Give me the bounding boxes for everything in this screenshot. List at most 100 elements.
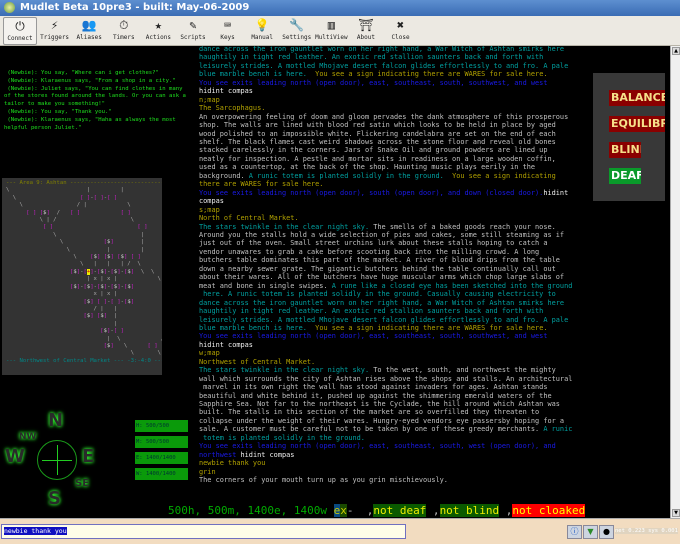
toolbar-button-settings[interactable]: 🔧 Settings xyxy=(280,17,314,45)
room-symbol: $ xyxy=(100,283,104,290)
text-line: hidint compas xyxy=(199,341,572,349)
compass-se[interactable]: SE xyxy=(75,478,89,489)
scroll-up-icon[interactable]: ▲ xyxy=(672,47,680,55)
text-segment: You see exits leading north (open door),… xyxy=(199,332,548,341)
info-icon[interactable]: ⓘ xyxy=(567,525,582,539)
compass-e[interactable]: E xyxy=(82,446,94,467)
text-line: North of Central Market. xyxy=(199,214,572,222)
player-position: + xyxy=(86,268,91,275)
scrollbar[interactable]: ▲ ▼ xyxy=(670,46,680,518)
toolbar-button-connect[interactable]: ⏻ Connect xyxy=(3,17,37,45)
timestamp-icon[interactable]: ▼ xyxy=(583,525,598,539)
toolbar-button-timers[interactable]: ⏱ Timers xyxy=(107,17,141,45)
map-line: \ | | | / \ xyxy=(6,261,141,268)
text-segment: hidint compas xyxy=(199,340,253,349)
room-symbol xyxy=(141,224,144,230)
text-line: Around you the stalls hold a wide select… xyxy=(199,231,572,239)
text-line: dance across the iron gauntlet worn on h… xyxy=(199,46,572,53)
map-line: | \ / xyxy=(6,335,162,342)
compass-w[interactable]: W xyxy=(5,446,25,467)
command-input[interactable]: newbie thank you xyxy=(1,524,406,539)
map-room: [ ] xyxy=(120,209,131,216)
text-segment: hidint compas xyxy=(199,87,253,96)
toolbar-button-actions[interactable]: ★ Actions xyxy=(141,17,175,45)
text-line: there are WARES for sale here. xyxy=(199,180,572,188)
text-segment: w;map xyxy=(199,349,220,358)
compass-s[interactable]: S xyxy=(48,488,61,509)
affliction-balance: BALANCE xyxy=(609,90,665,106)
text-line: hidint compas xyxy=(199,87,572,95)
text-line: The corners of your mouth turn up as you… xyxy=(199,476,572,484)
command-text: newbie thank you xyxy=(4,527,67,535)
text-segment: To the west, south, and northwest the mi… xyxy=(369,366,556,375)
aliases-icon: 👥 xyxy=(81,18,97,32)
text-line: Sapphire Sea. Not far to the northeast i… xyxy=(199,400,572,408)
gauge-label: M: xyxy=(136,439,143,445)
map-line: [ ] [ ] xyxy=(6,224,158,231)
text-line: You see exits leading north (open door),… xyxy=(199,79,572,87)
vitals: 500h, 500m, 1400e, 1400w xyxy=(168,504,334,517)
text-line: The Sarcophagus. xyxy=(199,104,572,112)
map-line: \ [$] [$] [$] [ ] xyxy=(6,254,141,261)
text-segment: stacked carelessly in the corners. Jars … xyxy=(199,146,548,155)
text-line: built. The stalls in this section of the… xyxy=(199,408,572,416)
text-line: blue marble bench is here. You see a sig… xyxy=(199,70,572,78)
scroll-down-icon[interactable]: ▼ xyxy=(672,509,680,517)
text-line: sale. A customer must be careful not to … xyxy=(199,425,572,433)
map-room: [$] xyxy=(110,283,121,290)
text-segment: background. xyxy=(199,171,245,180)
text-line: Northwest of Central Market. xyxy=(199,358,572,366)
map-room: [ ] xyxy=(70,209,81,216)
text-segment: You see a sign indicating there are WARE… xyxy=(306,323,548,332)
toolbar-button-aliases[interactable]: 👥 Aliases xyxy=(72,17,106,45)
sep: , xyxy=(499,504,513,517)
room-symbol: $ xyxy=(107,254,111,261)
timers-icon: ⏱ xyxy=(119,18,129,32)
toolbar-label: Connect xyxy=(7,35,33,42)
toolbar-button-manual[interactable]: 💡 Manual xyxy=(245,17,279,45)
text-segment: hidint compas xyxy=(236,450,295,459)
text-segment: leisurely strides. A mottled Mhojave des… xyxy=(199,315,569,324)
map-line: \ / | \ xyxy=(6,202,131,209)
chat-line: (Newbie): Klaraenus says, "Haha as alway… xyxy=(4,116,176,123)
room-symbol: $ xyxy=(100,268,104,275)
compass-n[interactable]: N xyxy=(48,410,63,431)
map-line: [ ] [$] / [ ] [ ] xyxy=(26,209,131,216)
map-room: [$] xyxy=(83,298,94,305)
blind-status: not blind xyxy=(439,504,500,517)
map-header: --- Area 9: Ashtan ---------------------… xyxy=(6,180,162,186)
text-segment: meat and bone in single swipes. xyxy=(199,281,328,290)
text-line: neatly for inspection. A pestle and mort… xyxy=(199,155,572,163)
room-symbol xyxy=(46,224,49,230)
text-line: shop. The walls are lined with blood red… xyxy=(199,121,572,129)
text-line: dance across the iron gauntlet worn on h… xyxy=(199,299,572,307)
map-room: [ ] xyxy=(80,194,91,201)
log-icon[interactable]: ● xyxy=(599,525,614,539)
toolbar-label: Aliases xyxy=(76,34,102,41)
actions-icon: ★ xyxy=(154,18,162,32)
room-symbol xyxy=(124,210,127,216)
toolbar-button-scripts[interactable]: ✎ Scripts xyxy=(176,17,210,45)
toolbar-button-multiview[interactable]: ▥ MultiView xyxy=(314,17,348,45)
toolbar-button-triggers[interactable]: ⚡ Triggers xyxy=(38,17,72,45)
toolbar-button-about[interactable]: ⛩ About xyxy=(349,17,383,45)
room-symbol xyxy=(83,195,86,201)
map-room: [ ] xyxy=(43,224,54,231)
gauge-value: 1400/1400 xyxy=(145,455,176,461)
text-line: totem is planted solidly in the ground. xyxy=(199,434,572,442)
toolbar-button-close[interactable]: ✖ Close xyxy=(384,17,418,45)
text-segment: An overpowering feeling of doom and gloo… xyxy=(199,112,569,121)
text-line: stacked carelessly in the corners. Jars … xyxy=(199,146,572,154)
room-symbol: $ xyxy=(113,268,118,275)
map-room: [$] xyxy=(90,254,101,261)
compass-nw[interactable]: NW xyxy=(19,432,36,442)
gauge-label: H: xyxy=(136,423,143,429)
affliction-equilibr: EQUILIBR xyxy=(609,116,665,132)
toolbar-label: Settings xyxy=(282,34,312,41)
affliction-blind: BLIND xyxy=(609,142,641,158)
chat-line: helpful person Juliet." xyxy=(4,124,82,131)
compass: N NW W E SE S xyxy=(0,406,130,518)
text-line: leisurely strides. A mottled Mhojave des… xyxy=(199,316,572,324)
compass-rose-icon xyxy=(37,440,77,480)
toolbar-button-keys[interactable]: ⌨ Keys xyxy=(211,17,245,45)
